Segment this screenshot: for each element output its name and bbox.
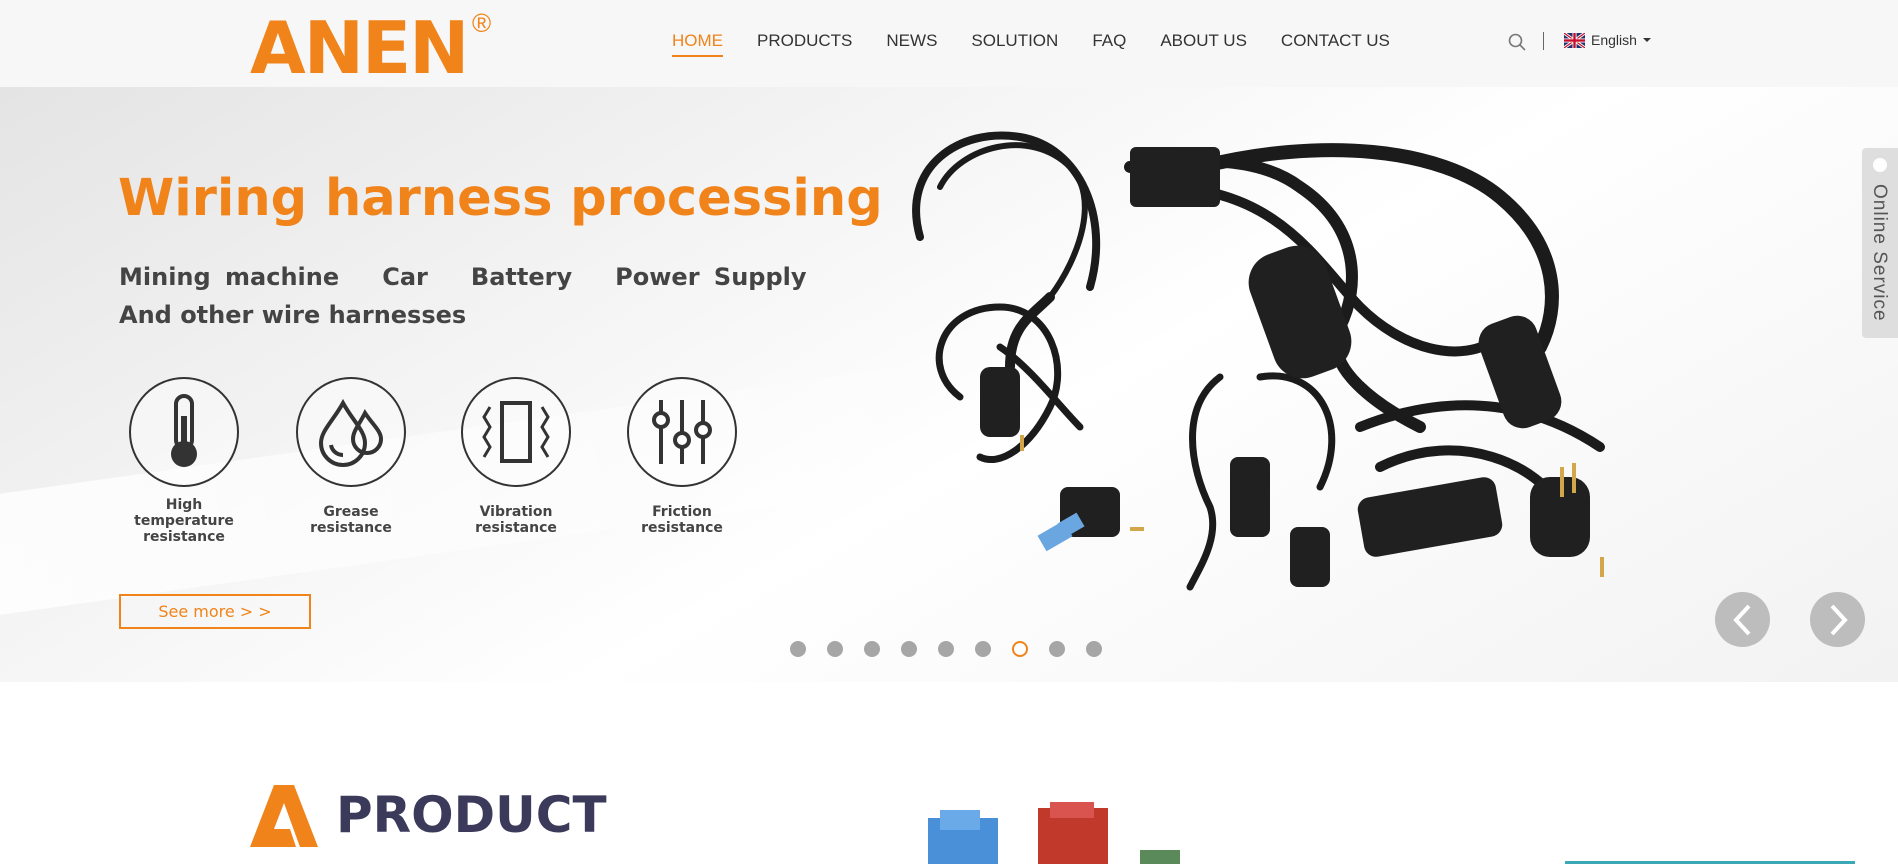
product-title: PRODUCT: [336, 786, 607, 844]
slide-dot[interactable]: [901, 641, 917, 657]
slide-dot[interactable]: [938, 641, 954, 657]
nav-faq[interactable]: FAQ: [1092, 31, 1126, 57]
nav-contact-us[interactable]: CONTACT US: [1281, 31, 1390, 57]
search-icon[interactable]: [1508, 33, 1526, 51]
slider-pagination: [790, 641, 1123, 657]
slide-dot[interactable]: [975, 641, 991, 657]
language-selector[interactable]: English: [1564, 32, 1651, 48]
oil-drops-icon: [296, 377, 406, 487]
feature-high-temperature: High temperature resistance: [114, 377, 254, 545]
registered-mark: ®: [472, 8, 492, 38]
thermometer-icon: [129, 377, 239, 487]
chevron-icon: [1873, 158, 1887, 172]
feature-label: High temperature resistance: [134, 497, 234, 545]
hero-banner: Wiring harness processing Mining machine…: [0, 87, 1898, 682]
see-more-button[interactable]: See more > >: [119, 594, 311, 629]
nav-home[interactable]: HOME: [672, 31, 723, 57]
uk-flag-icon: [1564, 32, 1585, 48]
slide-dot[interactable]: [790, 641, 806, 657]
nav-news[interactable]: NEWS: [886, 31, 937, 57]
feature-label: Friction resistance: [641, 504, 723, 536]
vibration-icon: [461, 377, 571, 487]
banner-subtitle-line1: Mining machine Car Battery Power Supply: [119, 263, 807, 291]
nav-products[interactable]: PRODUCTS: [757, 31, 852, 57]
language-label: English: [1591, 32, 1637, 48]
next-slide-button[interactable]: [1810, 592, 1865, 647]
slide-dot[interactable]: [1049, 641, 1065, 657]
online-service-label: Online Service: [1869, 184, 1890, 322]
feature-label: Grease resistance: [310, 504, 392, 536]
header-divider: [1543, 32, 1544, 50]
banner-subtitle-line2: And other wire harnesses: [119, 301, 467, 329]
prev-slide-button[interactable]: [1715, 592, 1770, 647]
feature-friction: Friction resistance: [612, 377, 752, 536]
slide-dot-active[interactable]: [1012, 641, 1028, 657]
feature-grease: Grease resistance: [281, 377, 421, 536]
nav-solution[interactable]: SOLUTION: [971, 31, 1058, 57]
logo[interactable]: ANEN ®: [250, 8, 491, 86]
slide-dot[interactable]: [1086, 641, 1102, 657]
wiring-harness-image: [912, 131, 1605, 591]
banner-title: Wiring harness processing: [118, 169, 883, 228]
feature-label: Vibration resistance: [475, 504, 557, 536]
site-header: ANEN ® HOME PRODUCTS NEWS SOLUTION FAQ A…: [0, 0, 1898, 87]
product-section-heading: PRODUCT: [250, 783, 607, 847]
nav-about-us[interactable]: ABOUT US: [1160, 31, 1247, 57]
online-service-tab[interactable]: Online Service: [1862, 148, 1898, 338]
chevron-left-icon: [1732, 604, 1750, 635]
feature-vibration: Vibration resistance: [446, 377, 586, 536]
slide-dot[interactable]: [864, 641, 880, 657]
sliders-icon: [627, 377, 737, 487]
logo-text: ANEN: [250, 6, 469, 90]
slide-dot[interactable]: [827, 641, 843, 657]
chevron-right-icon: [1830, 604, 1848, 635]
chevron-down-icon: [1642, 38, 1651, 42]
main-nav: HOME PRODUCTS NEWS SOLUTION FAQ ABOUT US…: [672, 31, 1424, 57]
connector-products-image: [928, 802, 1180, 864]
logo-a-icon: [250, 785, 318, 847]
